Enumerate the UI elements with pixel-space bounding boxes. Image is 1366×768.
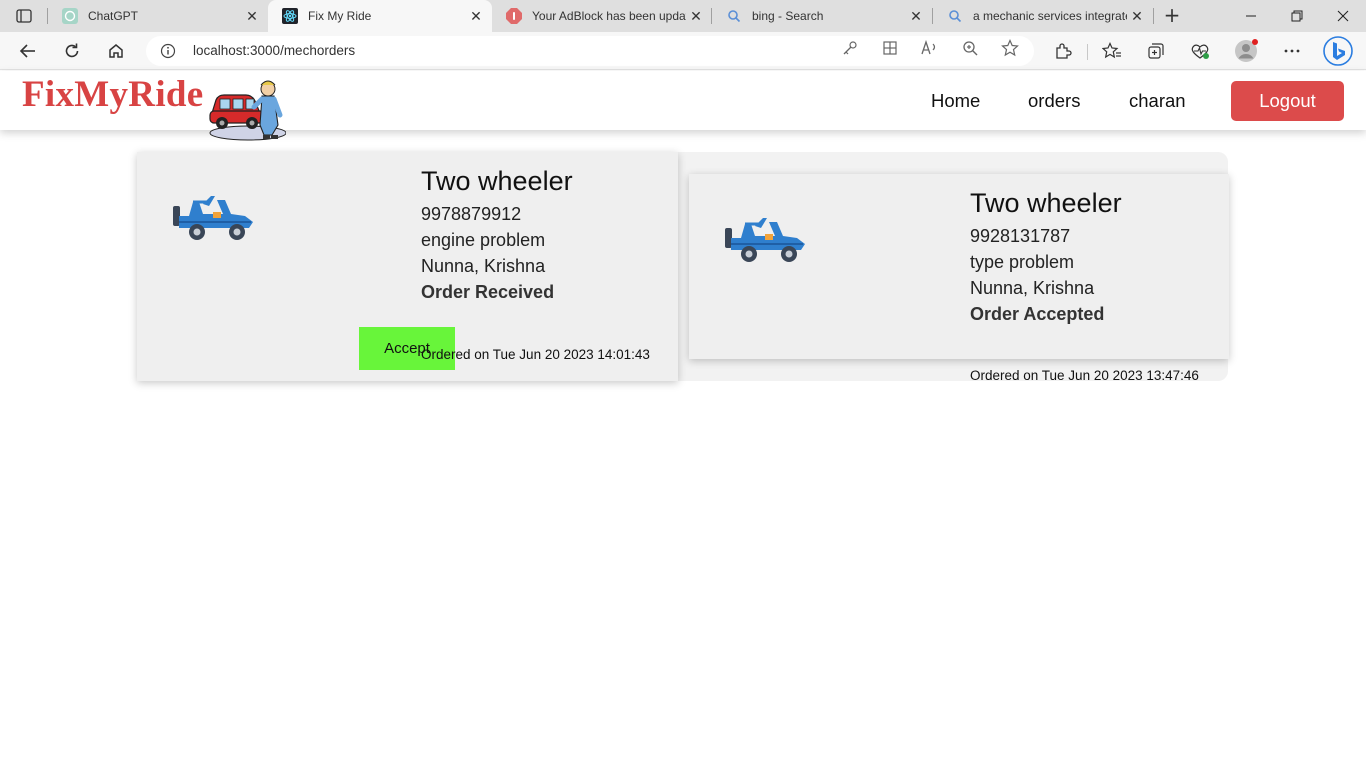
minimize-icon[interactable] bbox=[1228, 0, 1274, 32]
home-icon[interactable] bbox=[103, 39, 129, 63]
browser-tab-bar: ChatGPT ✕ Fix My Ride ✕ Your AdBlock has… bbox=[0, 0, 1366, 32]
tab-chatgpt[interactable]: ChatGPT ✕ bbox=[48, 0, 268, 32]
logout-button[interactable]: Logout bbox=[1231, 81, 1344, 121]
tab-title: Your AdBlock has been updat bbox=[532, 9, 686, 23]
nav-orders-link[interactable]: orders bbox=[1028, 90, 1080, 112]
close-tab-icon[interactable]: ✕ bbox=[466, 8, 486, 25]
jeep-icon bbox=[173, 192, 255, 246]
nav-home-link[interactable]: Home bbox=[931, 90, 980, 112]
phone-number: 9928131787 bbox=[970, 226, 1071, 246]
problem-description: engine problem bbox=[421, 230, 546, 250]
read-aloud-icon[interactable] bbox=[921, 39, 939, 57]
app-available-icon[interactable] bbox=[881, 39, 899, 57]
chatgpt-icon bbox=[62, 8, 78, 24]
collections-icon[interactable] bbox=[1145, 40, 1167, 62]
favorite-star-icon[interactable] bbox=[1001, 39, 1019, 57]
problem-description: type problem bbox=[970, 252, 1075, 272]
order-status: Order Accepted bbox=[970, 304, 1105, 324]
site-info-icon[interactable] bbox=[160, 43, 176, 63]
order-status: Order Received bbox=[421, 282, 555, 302]
back-icon[interactable] bbox=[15, 39, 41, 63]
nav-user-link[interactable]: charan bbox=[1129, 90, 1186, 112]
zoom-icon[interactable] bbox=[961, 39, 979, 57]
react-icon bbox=[282, 8, 298, 24]
profile-avatar[interactable] bbox=[1234, 38, 1260, 64]
restore-icon[interactable] bbox=[1274, 0, 1320, 32]
close-window-icon[interactable] bbox=[1320, 0, 1366, 32]
search-icon bbox=[726, 8, 742, 24]
brand-title[interactable]: FixMyRide bbox=[22, 73, 204, 116]
favorites-icon[interactable] bbox=[1101, 40, 1123, 62]
close-tab-icon[interactable]: ✕ bbox=[1127, 8, 1147, 25]
tab-title: bing - Search bbox=[752, 9, 824, 23]
new-tab-icon[interactable]: + bbox=[1160, 4, 1184, 28]
extensions-icon[interactable] bbox=[1052, 40, 1074, 62]
tab-title: ChatGPT bbox=[88, 9, 139, 23]
order-card: Two wheeler 9928131787 type problem Nunn… bbox=[689, 174, 1229, 359]
key-icon[interactable] bbox=[841, 39, 859, 57]
close-tab-icon[interactable]: ✕ bbox=[242, 8, 262, 25]
order-date: Ordered on Tue Jun 20 2023 14:01:43 bbox=[421, 347, 650, 362]
mechanic-car-logo-icon bbox=[208, 75, 287, 145]
close-tab-icon[interactable]: ✕ bbox=[906, 8, 926, 25]
bing-copilot-icon[interactable] bbox=[1322, 35, 1354, 67]
order-date: Ordered on Tue Jun 20 2023 13:47:46 bbox=[970, 368, 1199, 383]
search-icon bbox=[947, 8, 963, 24]
tab-bing-search[interactable]: bing - Search ✕ bbox=[712, 0, 932, 32]
adblock-icon bbox=[506, 8, 522, 24]
tab-actions-icon[interactable] bbox=[12, 6, 36, 26]
toolbar-divider bbox=[1087, 44, 1088, 60]
location: Nunna, Krishna bbox=[421, 256, 546, 276]
phone-number: 9978879912 bbox=[421, 204, 522, 224]
page-content: FixMyRide Home orders charan Logout Two … bbox=[0, 71, 1366, 768]
address-bar[interactable]: localhost:3000/mechorders bbox=[146, 36, 1034, 66]
refresh-icon[interactable] bbox=[59, 39, 85, 63]
vehicle-type: Two wheeler bbox=[421, 166, 573, 196]
jeep-icon bbox=[725, 214, 807, 268]
tab-title: Fix My Ride bbox=[308, 9, 372, 23]
close-tab-icon[interactable]: ✕ bbox=[686, 8, 706, 25]
tab-adblock[interactable]: Your AdBlock has been updat ✕ bbox=[492, 0, 712, 32]
url-text[interactable]: localhost:3000/mechorders bbox=[193, 43, 355, 58]
vehicle-type: Two wheeler bbox=[970, 188, 1122, 218]
tab-fix-my-ride[interactable]: Fix My Ride ✕ bbox=[268, 0, 492, 32]
performance-icon[interactable] bbox=[1189, 40, 1211, 62]
more-options-icon[interactable] bbox=[1281, 40, 1303, 62]
tab-mechanic-search[interactable]: a mechanic services integrate ✕ bbox=[933, 0, 1153, 32]
site-header: FixMyRide Home orders charan Logout bbox=[0, 71, 1366, 141]
location: Nunna, Krishna bbox=[970, 278, 1095, 298]
tab-title: a mechanic services integrate bbox=[973, 9, 1127, 23]
browser-toolbar: localhost:3000/mechorders bbox=[0, 32, 1366, 70]
